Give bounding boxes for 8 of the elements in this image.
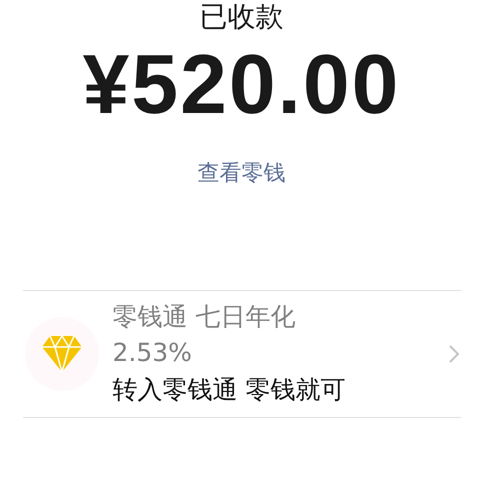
promo-title: 零钱通 七日年化 — [112, 301, 296, 333]
chevron-right-icon — [448, 345, 458, 363]
diamond-icon — [40, 335, 82, 373]
view-balance-link[interactable]: 查看零钱 — [198, 160, 286, 188]
promo-rate: 2.53% — [112, 337, 193, 369]
amount: ¥520.00 — [82, 36, 400, 132]
status-title: 已收款 — [200, 0, 284, 34]
promo-action: 转入零钱通 零钱就可 — [112, 374, 346, 406]
